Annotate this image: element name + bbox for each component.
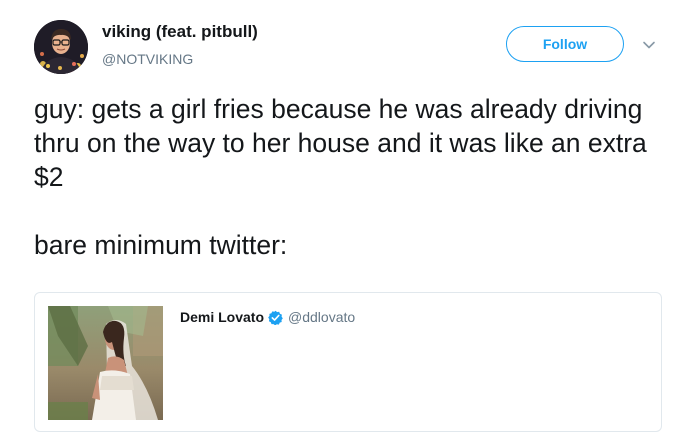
author-display-name[interactable]: viking (feat. pitbull) [102,22,258,42]
tweet-text-line-2: bare minimum twitter: [34,230,288,260]
tweet-text: guy: gets a girl fries because he was al… [34,92,674,262]
quoted-author-handle[interactable]: @ddlovato [288,309,355,325]
chevron-down-icon[interactable] [640,36,658,54]
wedding-photo-image [48,306,163,420]
verified-badge-icon [268,310,283,325]
quoted-tweet-card[interactable]: Demi Lovato @ddlovato [34,292,662,432]
tweet-text-line-1: guy: gets a girl fries because he was al… [34,94,647,192]
quoted-tweet-header: Demi Lovato @ddlovato [180,309,355,325]
author-handle[interactable]: @NOTVIKING [102,51,193,67]
avatar-image [34,20,88,74]
author-avatar[interactable] [34,20,88,74]
follow-button[interactable]: Follow [506,26,624,62]
quoted-author-name[interactable]: Demi Lovato [180,309,264,325]
quoted-tweet-photo[interactable] [48,306,163,420]
